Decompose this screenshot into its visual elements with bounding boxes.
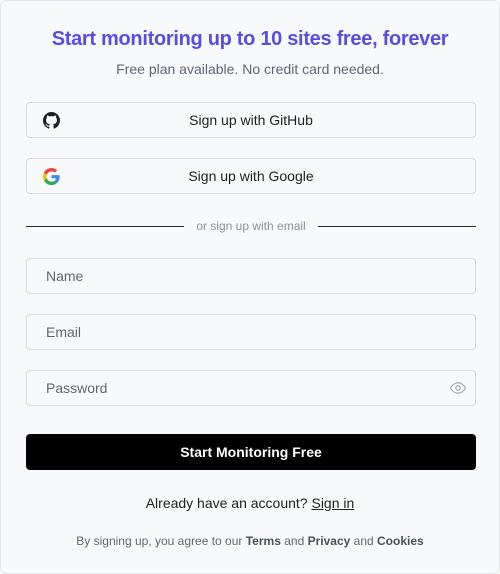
- page-subtitle: Free plan available. No credit card need…: [116, 61, 384, 77]
- name-field[interactable]: [26, 258, 476, 294]
- email-field[interactable]: [26, 314, 476, 350]
- cookies-link[interactable]: Cookies: [377, 534, 424, 548]
- google-signup-label: Sign up with Google: [188, 168, 314, 184]
- eye-icon[interactable]: [449, 379, 467, 397]
- divider-text: or sign up with email: [196, 219, 306, 233]
- signin-row: Already have an account? Sign in: [1, 495, 499, 511]
- signin-prompt: Already have an account?: [145, 495, 308, 511]
- legal-notice: By signing up, you agree to our Terms an…: [1, 534, 499, 548]
- divider-line-left: [26, 225, 185, 227]
- google-signup-button[interactable]: Sign up with Google: [26, 158, 476, 194]
- start-monitoring-button[interactable]: Start Monitoring Free: [26, 434, 476, 470]
- page-title: Start monitoring up to 10 sites free, fo…: [51, 28, 449, 50]
- privacy-link[interactable]: Privacy: [308, 534, 351, 548]
- signup-card: Start monitoring up to 10 sites free, fo…: [0, 0, 500, 574]
- email-divider: or sign up with email: [26, 217, 477, 235]
- github-signup-label: Sign up with GitHub: [189, 112, 313, 128]
- signin-link[interactable]: Sign in: [311, 495, 354, 511]
- password-field[interactable]: [26, 370, 476, 406]
- github-icon: [43, 112, 60, 129]
- legal-and-1: and: [284, 534, 305, 548]
- github-signup-button[interactable]: Sign up with GitHub: [26, 102, 476, 138]
- legal-prefix: By signing up, you agree to our: [76, 534, 243, 548]
- divider-line-right: [317, 225, 477, 227]
- legal-and-2: and: [353, 534, 374, 548]
- terms-link[interactable]: Terms: [246, 534, 281, 548]
- google-icon: [43, 168, 60, 185]
